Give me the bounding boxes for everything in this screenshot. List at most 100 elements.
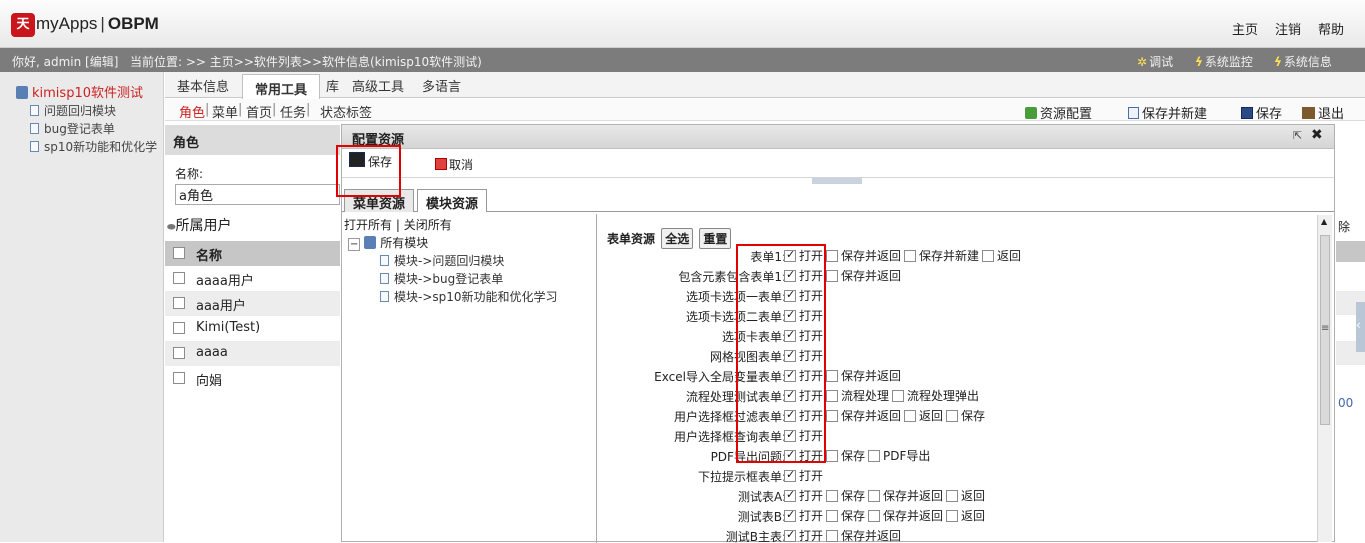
operation-option[interactable]: 保存并新建 xyxy=(904,249,979,263)
save-new-button[interactable]: 保存并新建 xyxy=(1128,103,1207,122)
tab-advanced-tools[interactable]: 高级工具 xyxy=(352,76,404,95)
resource-config-button[interactable]: 资源配置 xyxy=(1025,103,1092,122)
operation-checkbox[interactable] xyxy=(784,508,796,522)
operation-option[interactable]: 保存 xyxy=(826,489,865,503)
sidebar-item-bug-form[interactable]: bug登记表单 xyxy=(30,120,115,137)
operation-checkbox[interactable] xyxy=(826,410,839,422)
table-row[interactable]: 向娟 xyxy=(165,366,340,391)
operation-checkbox[interactable] xyxy=(784,528,796,542)
module-item[interactable]: 模块->问题回归模块 xyxy=(380,252,504,269)
operation-checkbox[interactable] xyxy=(892,390,905,402)
splitter-handle[interactable] xyxy=(812,178,862,184)
operation-checkbox[interactable] xyxy=(904,250,917,262)
operation-option[interactable]: 返回 xyxy=(946,509,985,523)
logout-link[interactable]: 注销 xyxy=(1275,19,1301,38)
scrollbar[interactable]: ▲ ≡ xyxy=(1317,215,1332,542)
operation-checkbox[interactable] xyxy=(868,450,881,462)
operation-option[interactable]: 保存并返回 xyxy=(868,489,943,503)
operation-option[interactable]: 返回 xyxy=(982,249,1021,263)
operation-option[interactable]: 打开 xyxy=(784,468,823,483)
operation-checkbox[interactable] xyxy=(784,328,796,342)
operation-checkbox[interactable] xyxy=(784,288,796,302)
tab-library[interactable]: 库 xyxy=(326,76,339,95)
operation-option[interactable]: PDF导出 xyxy=(868,449,930,463)
operation-checkbox[interactable] xyxy=(826,530,839,542)
operation-checkbox[interactable] xyxy=(868,510,881,522)
subtab-menu[interactable]: 菜单 xyxy=(212,102,238,121)
sidebar-item-module[interactable]: 问题回归模块 xyxy=(30,102,116,119)
row-checkbox[interactable] xyxy=(173,297,185,309)
tab-menu-resource[interactable]: 菜单资源 xyxy=(344,189,415,212)
operation-checkbox[interactable] xyxy=(784,468,796,482)
operation-checkbox[interactable] xyxy=(784,308,796,322)
system-info-link[interactable]: ϟ 系统信息 xyxy=(1274,53,1332,70)
operation-option[interactable]: 返回 xyxy=(946,489,985,503)
subtab-task[interactable]: 任务 xyxy=(280,102,306,121)
operation-option[interactable]: 打开 xyxy=(784,348,823,363)
operation-option[interactable]: 流程处理 xyxy=(826,389,889,403)
row-checkbox[interactable] xyxy=(173,347,185,359)
operation-option[interactable]: 保存 xyxy=(826,449,865,463)
operation-checkbox[interactable] xyxy=(826,370,839,382)
operation-option[interactable]: 打开 xyxy=(784,268,823,283)
table-row[interactable]: Kimi(Test) xyxy=(165,316,340,341)
tab-module-resource[interactable]: 模块资源 xyxy=(417,189,488,212)
module-item[interactable]: 模块->bug登记表单 xyxy=(380,270,503,287)
tab-basic-info[interactable]: 基本信息 xyxy=(177,76,229,95)
operation-checkbox[interactable] xyxy=(904,410,917,422)
operation-option[interactable]: 保存 xyxy=(826,509,865,523)
operation-checkbox[interactable] xyxy=(982,250,995,262)
module-item[interactable]: 模块->sp10新功能和优化学习 xyxy=(380,288,558,305)
row-checkbox[interactable] xyxy=(173,272,185,284)
subtab-role[interactable]: 角色 xyxy=(179,102,205,121)
operation-option[interactable]: 打开 xyxy=(784,248,823,263)
operation-checkbox[interactable] xyxy=(868,490,881,502)
close-icon[interactable]: ✖ xyxy=(1311,127,1323,143)
operation-option[interactable]: 保存并返回 xyxy=(826,409,901,423)
popout-icon[interactable]: ⇱ xyxy=(1293,129,1302,142)
tab-common-tools[interactable]: 常用工具 xyxy=(242,74,321,99)
operation-option[interactable]: 打开 xyxy=(784,388,823,403)
operation-checkbox[interactable] xyxy=(826,390,839,402)
subtab-home[interactable]: 首页 xyxy=(246,102,272,121)
role-name-input[interactable] xyxy=(175,184,340,205)
operation-checkbox[interactable] xyxy=(826,510,839,522)
table-row[interactable]: aaaa用户 xyxy=(165,266,340,291)
operation-checkbox[interactable] xyxy=(784,448,796,462)
operation-option[interactable]: 打开 xyxy=(784,508,823,523)
operation-option[interactable]: 打开 xyxy=(784,408,823,423)
help-link[interactable]: 帮助 xyxy=(1318,19,1344,38)
operation-option[interactable]: 打开 xyxy=(784,308,823,323)
collapse-all-link[interactable]: 关闭所有 xyxy=(404,218,452,232)
tree-root-all-modules[interactable]: − 所有模块 xyxy=(348,234,428,251)
subtab-status-label[interactable]: 状态标签 xyxy=(320,102,372,121)
system-monitor-link[interactable]: ϟ 系统监控 xyxy=(1195,53,1253,70)
operation-checkbox[interactable] xyxy=(784,388,796,402)
debug-link[interactable]: ✲ 调试 xyxy=(1137,53,1173,70)
operation-checkbox[interactable] xyxy=(784,408,796,422)
operation-checkbox[interactable] xyxy=(784,248,796,262)
operation-option[interactable]: 打开 xyxy=(784,328,823,343)
operation-checkbox[interactable] xyxy=(784,368,796,382)
operation-checkbox[interactable] xyxy=(946,410,959,422)
operation-checkbox[interactable] xyxy=(826,250,839,262)
expand-all-link[interactable]: 打开所有 xyxy=(344,218,392,232)
row-checkbox[interactable] xyxy=(173,322,185,334)
operation-option[interactable]: 流程处理弹出 xyxy=(892,389,979,403)
operation-checkbox[interactable] xyxy=(826,270,839,282)
operation-option[interactable]: 返回 xyxy=(904,409,943,423)
operation-checkbox[interactable] xyxy=(826,490,839,502)
table-row[interactable]: aaa用户 xyxy=(165,291,340,316)
operation-option[interactable]: 打开 xyxy=(784,528,823,543)
operation-option[interactable]: 保存并返回 xyxy=(868,509,943,523)
operation-checkbox[interactable] xyxy=(784,488,796,502)
table-row[interactable]: aaaa xyxy=(165,341,340,366)
exit-button[interactable]: 退出 xyxy=(1302,103,1344,122)
save-button[interactable]: 保存 xyxy=(1241,103,1282,122)
dialog-save-button[interactable]: 保存 xyxy=(349,152,392,170)
operation-option[interactable]: 保存 xyxy=(946,409,985,423)
operation-option[interactable]: 打开 xyxy=(784,288,823,303)
scroll-up-icon[interactable]: ▲ xyxy=(1321,217,1327,226)
sidebar-item-sp10[interactable]: sp10新功能和优化学 xyxy=(30,138,157,155)
operation-checkbox[interactable] xyxy=(946,510,959,522)
